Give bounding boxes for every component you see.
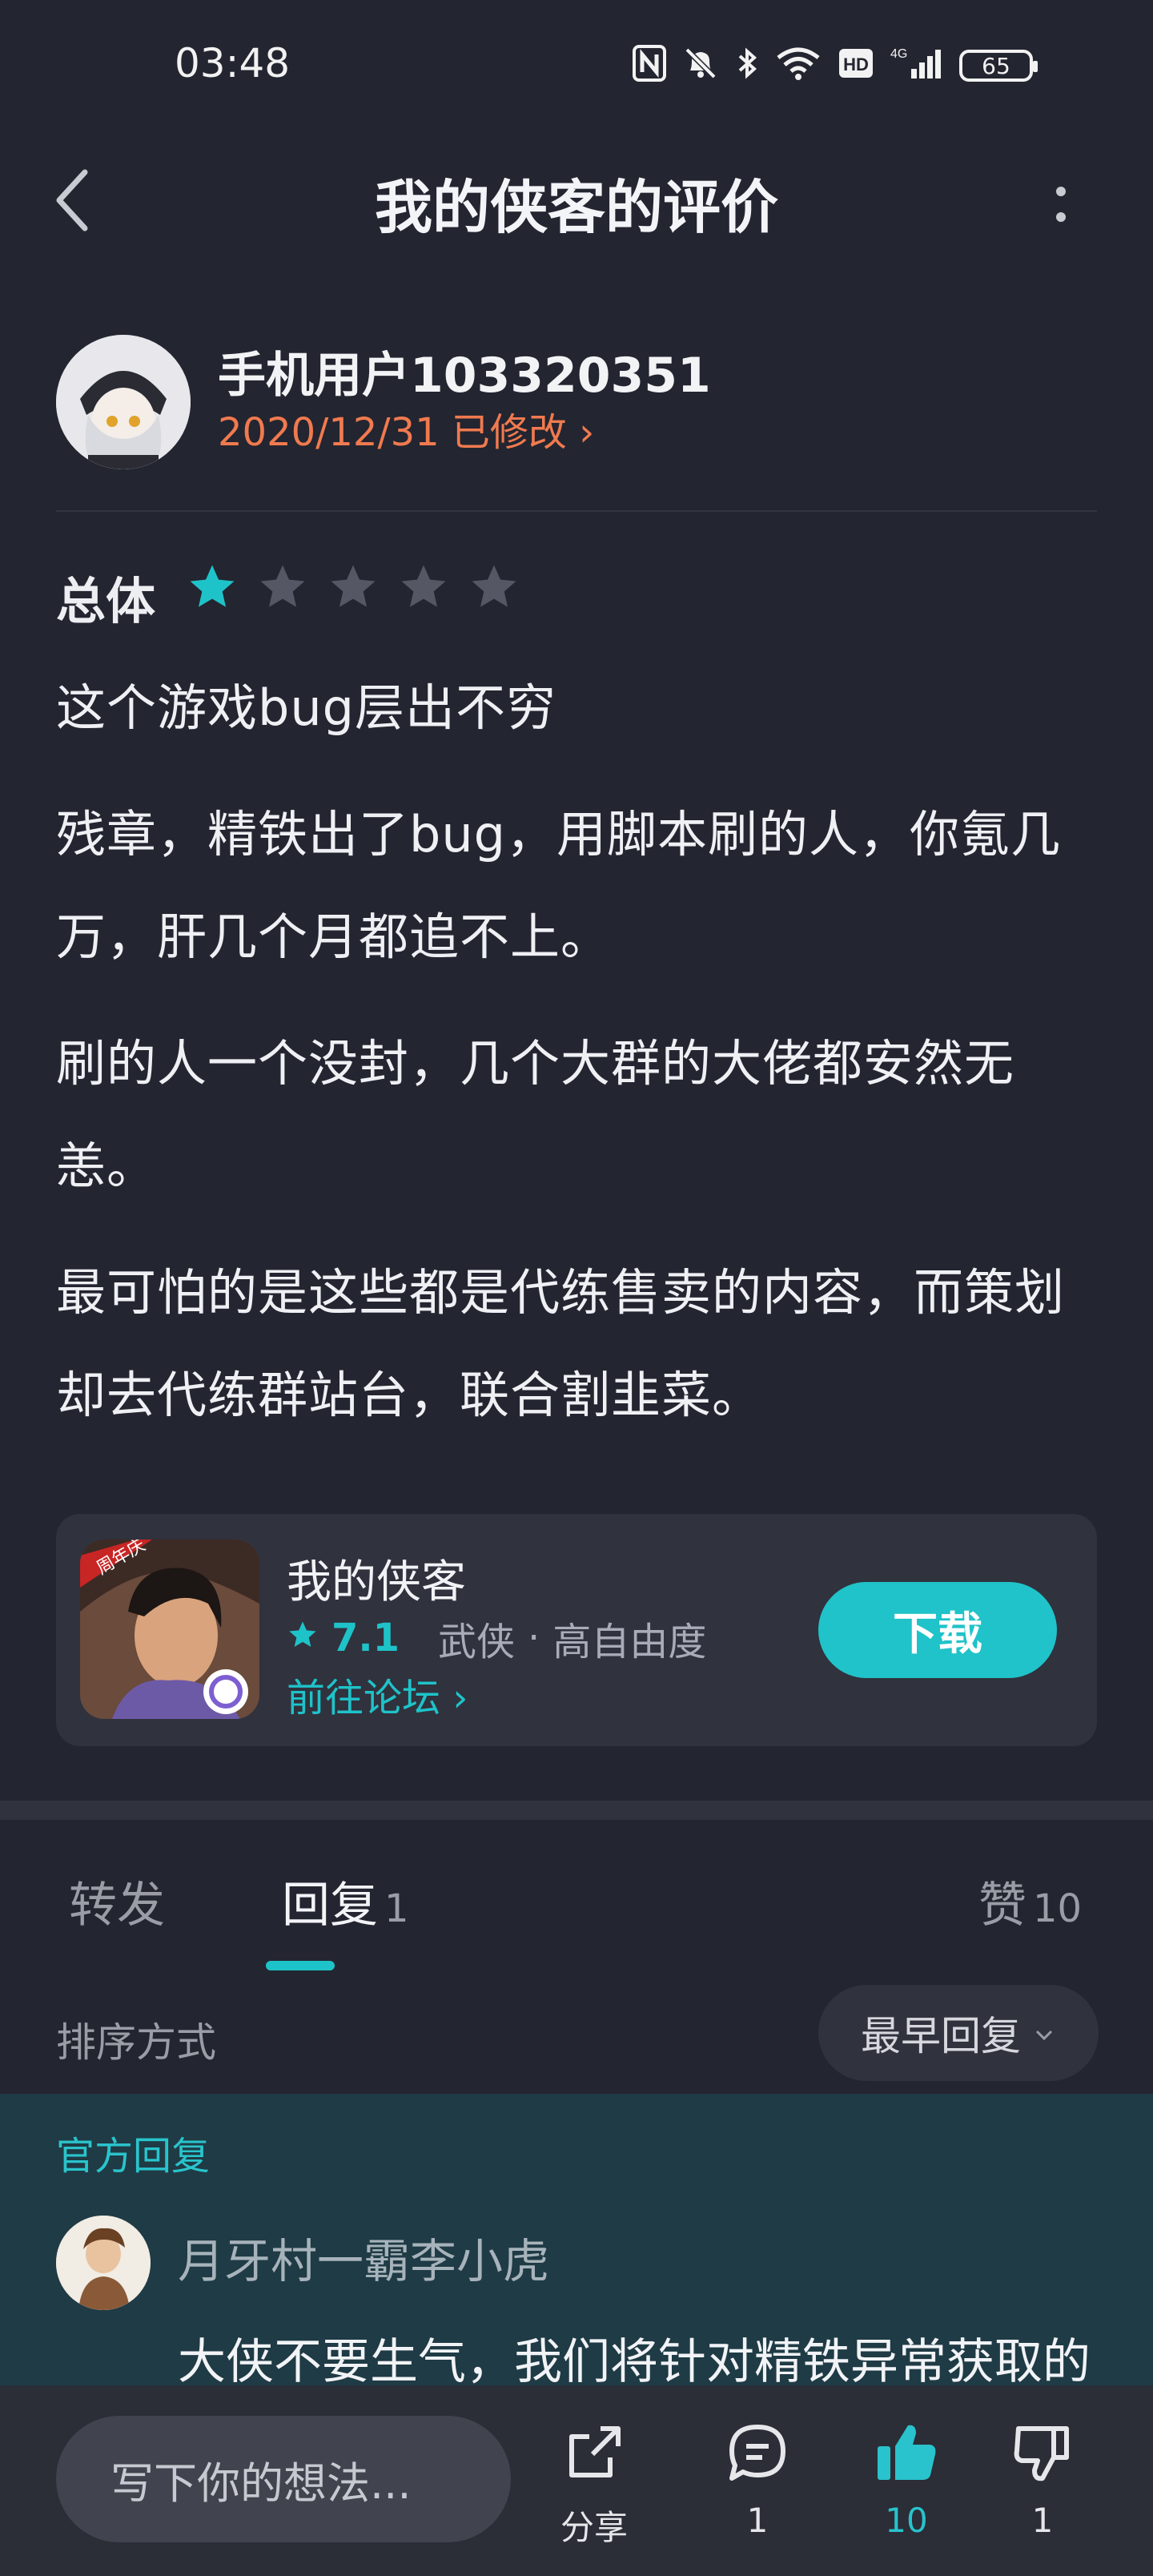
share-button[interactable]: 分享	[538, 2419, 650, 2550]
game-tag: 武侠	[438, 1620, 516, 1664]
thumbs-up-icon	[878, 2425, 936, 2480]
review-date-link[interactable]: 2020/12/31 已修改 ›	[218, 400, 594, 457]
score-star-icon	[287, 1616, 319, 1660]
status-icons: HD 4G 65	[633, 42, 1038, 90]
tab-like[interactable]: 赞 10	[978, 1866, 1082, 1936]
comment-input[interactable]: 写下你的想法...	[56, 2416, 511, 2542]
star-filled-icon	[190, 565, 235, 607]
game-icon[interactable]: 周年庆	[80, 1540, 259, 1719]
star-empty-icon	[260, 565, 305, 607]
tab-forward[interactable]: 转发	[69, 1866, 165, 1936]
tab-reply[interactable]: 回复 1	[282, 1866, 409, 1936]
reply-avatar[interactable]	[56, 2216, 151, 2310]
review-paragraph: 最可怕的是这些都是代练售卖的内容，而策划却去代练群站台，联合割韭菜。	[56, 1263, 1066, 1424]
nfc-icon	[633, 44, 666, 87]
comment-icon	[729, 2425, 785, 2481]
tab-reply-label: 回复	[282, 1878, 378, 1934]
svg-text:HD: HD	[843, 54, 869, 74]
star-empty-icon	[472, 565, 516, 607]
game-meta: 7.1 武侠 · 高自由度	[287, 1610, 706, 1666]
page-title: 我的侠客的评价	[374, 174, 778, 241]
mute-bell-icon	[682, 45, 719, 87]
like-button[interactable]: 10	[850, 2419, 962, 2540]
official-reply-label: 官方回复	[56, 2134, 211, 2179]
battery-icon: 65	[959, 50, 1038, 82]
rating-label: 总体	[56, 572, 156, 630]
author-name[interactable]: 手机用户103320351	[218, 336, 711, 406]
game-score: 7.1	[331, 1616, 400, 1660]
dislike-button[interactable]: 1	[986, 2419, 1099, 2540]
star-empty-icon	[331, 565, 376, 607]
tab-like-count: 10	[1033, 1886, 1083, 1931]
bluetooth-icon	[735, 45, 759, 87]
thumbs-down-icon	[1014, 2426, 1069, 2481]
dislike-count: 1	[1031, 2501, 1054, 2540]
avatar[interactable]	[56, 335, 191, 469]
comment-button[interactable]: 1	[701, 2419, 814, 2540]
more-options-icon[interactable]	[1041, 172, 1081, 236]
review-paragraph: 残章，精铁出了bug，用脚本刷的人，你氪几万，肝几个月都追不上。	[56, 805, 1062, 966]
divider	[56, 510, 1097, 512]
game-tag: 高自由度	[552, 1620, 707, 1664]
share-icon	[569, 2426, 621, 2477]
reply-text: 大侠不要生气，我们将针对精铁异常获取的	[178, 2334, 1091, 2390]
battery-level: 65	[982, 52, 1010, 79]
tab-reply-count: 1	[384, 1886, 409, 1931]
rating-stars	[186, 561, 520, 614]
download-button[interactable]: 下载	[818, 1582, 1057, 1678]
status-time: 03:48	[175, 40, 291, 87]
signal-icon: 4G	[890, 45, 943, 87]
reply-author[interactable]: 月牙村一霸李小虎	[178, 2224, 549, 2291]
star-empty-icon	[401, 565, 446, 607]
chevron-down-icon	[1032, 2010, 1056, 2056]
hd-icon: HD	[838, 47, 874, 85]
sort-selected: 最早回复	[861, 2013, 1021, 2059]
review-paragraph: 刷的人一个没封，几个大群的大佬都安然无恙。	[56, 1034, 1015, 1195]
review-paragraph: 这个游戏bug层出不穷	[56, 678, 557, 737]
share-label: 分享	[560, 2508, 628, 2547]
game-name[interactable]: 我的侠客	[287, 1546, 466, 1611]
sort-dropdown[interactable]: 最早回复	[818, 1985, 1099, 2081]
network-type: 4G	[890, 47, 907, 61]
section-divider	[0, 1801, 1153, 1820]
active-tab-indicator	[266, 1961, 335, 1970]
tag-separator: ·	[528, 1616, 540, 1660]
like-count: 10	[885, 2501, 928, 2540]
sort-label: 排序方式	[56, 2019, 216, 2066]
comment-count: 1	[746, 2501, 769, 2540]
wifi-icon	[775, 45, 822, 87]
forum-link[interactable]: 前往论坛 ›	[287, 1666, 468, 1722]
tab-like-label: 赞	[978, 1878, 1026, 1934]
